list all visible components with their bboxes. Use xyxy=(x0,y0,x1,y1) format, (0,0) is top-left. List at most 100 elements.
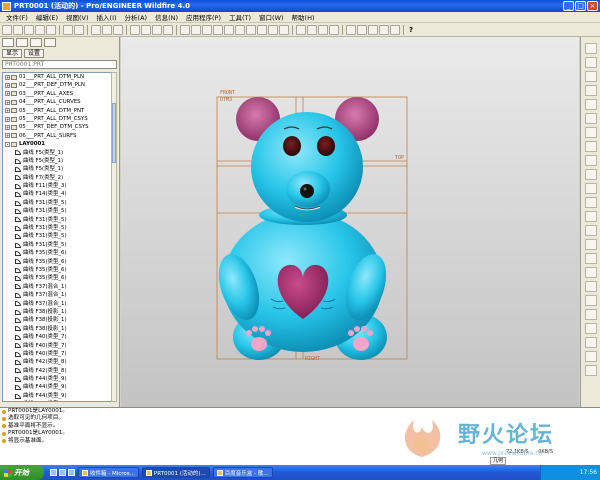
style-icon[interactable] xyxy=(584,211,597,222)
expand-icon[interactable]: + xyxy=(5,133,10,139)
tree-curve-item[interactable]: 曲线 F5(类型_1) xyxy=(3,165,111,173)
view-manager-icon[interactable] xyxy=(279,24,289,35)
maximize-button[interactable]: □ xyxy=(575,1,586,11)
tree-curve-item[interactable]: 曲线 F38(投影_1) xyxy=(3,308,111,316)
whats-this-help-icon[interactable]: ? xyxy=(409,26,413,34)
expand-icon[interactable]: + xyxy=(5,125,10,131)
hidden-line-icon[interactable] xyxy=(307,24,317,35)
tree-curve-item[interactable]: 曲线 F11(类型_3) xyxy=(3,182,111,190)
revolve-icon[interactable] xyxy=(584,169,597,180)
tree-curve-item[interactable]: 曲线 F35(类型_6) xyxy=(3,266,111,274)
tree-layer-item[interactable]: +04___PRT_ALL_CURVES xyxy=(3,98,111,106)
chamfer-icon[interactable] xyxy=(584,295,597,306)
tree-curve-item[interactable]: 曲线 F44(类型_9) xyxy=(3,392,111,400)
merge-icon[interactable] xyxy=(584,337,597,348)
rib-icon[interactable] xyxy=(584,253,597,264)
expand-icon[interactable]: + xyxy=(5,74,10,80)
tree-layer-item[interactable]: +06___PRT_ALL_SURFS xyxy=(3,132,111,140)
tree-curve-item[interactable]: 曲线 F31(类型_5) xyxy=(3,199,111,207)
tree-curve-item[interactable]: 曲线 F37(混合_1) xyxy=(3,300,111,308)
redo-icon[interactable] xyxy=(74,24,84,35)
reorient-icon[interactable] xyxy=(246,24,256,35)
hole-icon[interactable] xyxy=(584,225,597,236)
wireframe-icon[interactable] xyxy=(296,24,306,35)
task-proe[interactable]: PRT0001 (活动的)... xyxy=(141,467,210,478)
teddy-bear-model[interactable] xyxy=(121,37,579,407)
tree-curve-item[interactable]: 曲线 F40(类型_7) xyxy=(3,342,111,350)
tree-curve-item[interactable]: 曲线 F35(类型_6) xyxy=(3,249,111,257)
layers-icon[interactable] xyxy=(268,24,278,35)
shell-icon[interactable] xyxy=(584,239,597,250)
task-baidu-music[interactable]: 百度音乐盒 - 歌... xyxy=(212,467,273,478)
copy-icon[interactable] xyxy=(102,24,112,35)
tree-curve-item[interactable]: 曲线 F31(类型_5) xyxy=(3,232,111,240)
annotation-icon[interactable] xyxy=(390,24,400,35)
ie-icon[interactable] xyxy=(59,469,66,476)
tree-scrollbar[interactable] xyxy=(111,72,117,402)
zoom-out-icon[interactable] xyxy=(224,24,234,35)
find-icon[interactable] xyxy=(141,24,151,35)
media-icon[interactable] xyxy=(68,469,75,476)
tree-curve-item[interactable]: 曲线 F37(混合_1) xyxy=(3,283,111,291)
tree-curve-item[interactable]: 曲线 F5(类型_1) xyxy=(3,149,111,157)
mirror-icon[interactable] xyxy=(584,323,597,334)
close-button[interactable]: × xyxy=(587,1,598,11)
menu-help[interactable]: 帮助(H) xyxy=(288,12,319,22)
menu-edit[interactable]: 编辑(E) xyxy=(32,12,62,22)
tree-curve-item[interactable]: 曲线 F38(投影_1) xyxy=(3,325,111,333)
window-icon[interactable] xyxy=(163,24,173,35)
menu-applications[interactable]: 应用程序(P) xyxy=(182,12,225,22)
datum-axis-icon[interactable] xyxy=(584,71,597,82)
tree-curve-item[interactable]: 曲线 F35(类型_6) xyxy=(3,258,111,266)
sketch-icon[interactable] xyxy=(584,43,597,54)
tree-layer-item[interactable]: +05___PRT_DEF_DTM_CSYS xyxy=(3,123,111,131)
sweep-icon[interactable] xyxy=(584,183,597,194)
extend-icon[interactable] xyxy=(584,365,597,376)
paste-icon[interactable] xyxy=(113,24,123,35)
expand-icon[interactable]: + xyxy=(5,99,10,105)
undo-icon[interactable] xyxy=(63,24,73,35)
expand-icon[interactable]: + xyxy=(5,91,10,97)
tree-layer-item[interactable]: +05___PRT_ALL_DTM_PNT xyxy=(3,107,111,115)
round-icon[interactable] xyxy=(584,281,597,292)
tree-curve-item[interactable]: 曲线 F44(类型_9) xyxy=(3,383,111,391)
tree-curve-item[interactable]: 曲线 F5(类型_1) xyxy=(3,157,111,165)
menu-analysis[interactable]: 分析(A) xyxy=(121,12,152,22)
orient-icon[interactable] xyxy=(202,24,212,35)
expand-icon[interactable]: + xyxy=(5,83,10,89)
tree-curve-item[interactable]: 曲线 F35(类型_6) xyxy=(3,274,111,282)
no-hidden-icon[interactable] xyxy=(318,24,328,35)
extrude-icon[interactable] xyxy=(584,155,597,166)
datum-points-icon[interactable] xyxy=(368,24,378,35)
task-outlook[interactable]: 收件箱 - Micros... xyxy=(78,467,139,478)
tree-curve-item[interactable]: 曲线 F31(类型_5) xyxy=(3,207,111,215)
favorites-tab[interactable] xyxy=(30,38,42,47)
zoom-in-icon[interactable] xyxy=(213,24,223,35)
tree-layer-item[interactable]: +02___PRT_DEF_DTM_PLN xyxy=(3,81,111,89)
tree-curve-item[interactable]: 曲线 F31(类型_5) xyxy=(3,216,111,224)
csys-icon[interactable] xyxy=(584,113,597,124)
cut-icon[interactable] xyxy=(91,24,101,35)
datum-axes-icon[interactable] xyxy=(357,24,367,35)
settings-dropdown[interactable]: 设置 xyxy=(24,49,45,58)
analysis-feature-icon[interactable] xyxy=(584,127,597,138)
tree-filter-input[interactable]: PRT0001.PRT xyxy=(2,60,117,69)
menu-info[interactable]: 信息(N) xyxy=(151,12,182,22)
menu-tools[interactable]: 工具(T) xyxy=(225,12,255,22)
graphics-viewport[interactable]: FRONT DTM3 TOP RIGHT xyxy=(121,37,579,407)
tree-curve-item[interactable]: 曲线 F7(类型_2) xyxy=(3,174,111,182)
tree-curve-item[interactable]: 曲线 F40(类型_7) xyxy=(3,350,111,358)
tree-curve-item[interactable]: 曲线 F44(类型_9) xyxy=(3,400,111,401)
expand-icon[interactable]: + xyxy=(5,108,10,114)
menu-view[interactable]: 视图(V) xyxy=(62,12,93,22)
folder-browser-tab[interactable] xyxy=(16,38,28,47)
expand-icon[interactable]: + xyxy=(5,116,10,122)
clock[interactable]: 17:56 xyxy=(580,469,597,476)
datum-point-icon[interactable] xyxy=(584,99,597,110)
menu-insert[interactable]: 插入(I) xyxy=(93,12,121,22)
tree-curve-item[interactable]: 曲线 F44(类型_9) xyxy=(3,375,111,383)
tree-curve-item[interactable]: 曲线 F14(类型_4) xyxy=(3,190,111,198)
trim-icon[interactable] xyxy=(584,351,597,362)
regenerate-icon[interactable] xyxy=(130,24,140,35)
spin-center-icon[interactable] xyxy=(191,24,201,35)
